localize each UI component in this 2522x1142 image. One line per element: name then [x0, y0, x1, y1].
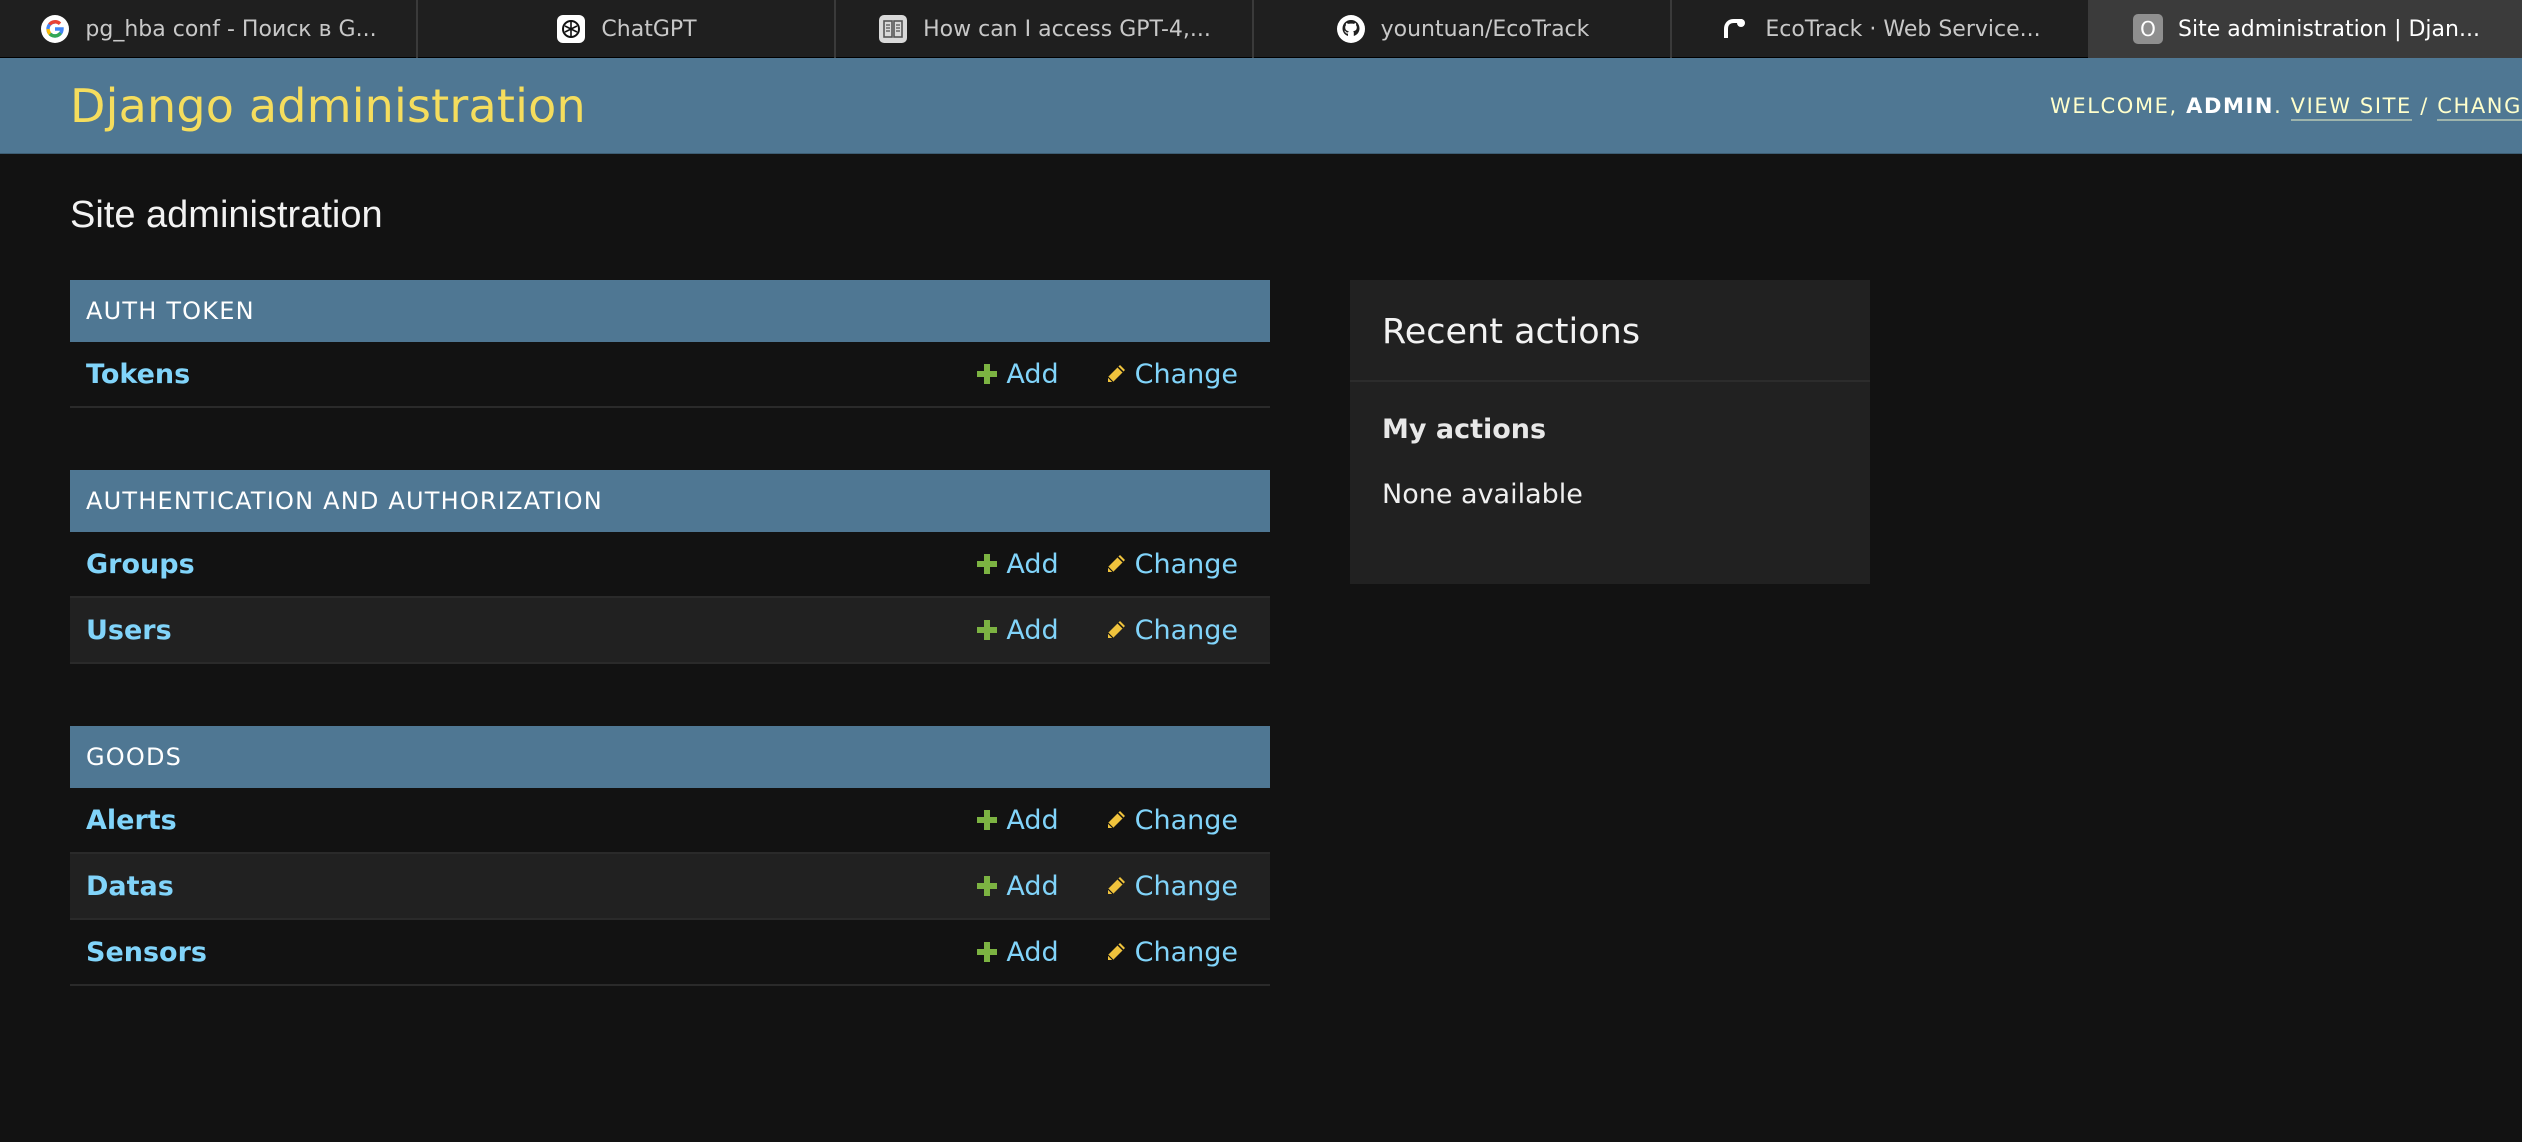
add-label: Add	[1006, 548, 1059, 580]
add-label: Add	[1006, 358, 1059, 390]
github-icon	[1335, 13, 1367, 45]
change-password-link[interactable]: Chang	[2437, 93, 2522, 121]
browser-tab-strip: pg_hba conf - Поиск в G... ChatGPT How c…	[0, 0, 2522, 58]
username: admin	[2186, 93, 2275, 118]
separator: /	[2420, 93, 2429, 118]
model-link-datas[interactable]: Datas	[86, 871, 930, 902]
plus-icon	[976, 553, 998, 575]
browser-tab-chatgpt[interactable]: ChatGPT	[418, 0, 836, 58]
add-label: Add	[1006, 804, 1059, 836]
change-label: Change	[1134, 548, 1238, 580]
model-row: Tokens Add Change	[70, 342, 1270, 408]
change-link[interactable]: Change	[1105, 805, 1238, 836]
module-goods: Goods Alerts Add Change Datas Add Change	[70, 726, 1270, 986]
google-icon	[39, 13, 71, 45]
change-label: Change	[1134, 358, 1238, 390]
browser-tab-django-admin[interactable]: O Site administration | Djan...	[2090, 0, 2522, 58]
add-label: Add	[1006, 870, 1059, 902]
tab-label: ChatGPT	[601, 16, 697, 42]
change-label: Change	[1134, 614, 1238, 646]
render-icon	[1719, 13, 1751, 45]
browser-tab-render[interactable]: EcoTrack · Web Service...	[1672, 0, 2090, 58]
model-link-tokens[interactable]: Tokens	[86, 359, 930, 390]
change-label: Change	[1134, 804, 1238, 836]
chatgpt-icon	[555, 13, 587, 45]
change-link[interactable]: Change	[1105, 549, 1238, 580]
plus-icon	[976, 875, 998, 897]
user-tools: Welcome, admin. View site / Chang	[2050, 93, 2522, 121]
plus-icon	[976, 619, 998, 641]
module-auth-token: Auth Token Tokens Add Change	[70, 280, 1270, 408]
change-link[interactable]: Change	[1105, 359, 1238, 390]
browser-tab-github[interactable]: yountuan/EcoTrack	[1254, 0, 1672, 58]
model-row: Users Add Change	[70, 598, 1270, 664]
add-label: Add	[1006, 614, 1059, 646]
change-label: Change	[1134, 936, 1238, 968]
pencil-icon	[1105, 619, 1127, 641]
reader-icon	[877, 13, 909, 45]
model-row: Alerts Add Change	[70, 788, 1270, 854]
plus-icon	[976, 809, 998, 831]
add-link[interactable]: Add	[976, 870, 1059, 902]
change-label: Change	[1134, 870, 1238, 902]
model-link-sensors[interactable]: Sensors	[86, 937, 930, 968]
plus-icon	[976, 363, 998, 385]
change-link[interactable]: Change	[1105, 937, 1238, 968]
add-link[interactable]: Add	[976, 804, 1059, 836]
period: .	[2274, 93, 2283, 118]
module-caption[interactable]: Auth Token	[70, 280, 1270, 342]
no-actions-text: None available	[1382, 479, 1583, 510]
tab-label: pg_hba conf - Поиск в G...	[85, 16, 377, 42]
recent-actions-panel: Recent actions My actions None available	[1350, 280, 1870, 584]
add-label: Add	[1006, 936, 1059, 968]
recent-actions-title: Recent actions	[1350, 280, 1870, 382]
pencil-icon	[1105, 363, 1127, 385]
site-branding[interactable]: Django administration	[70, 79, 586, 133]
tab-label: yountuan/EcoTrack	[1380, 16, 1590, 42]
tab-label: Site administration | Djan...	[2178, 16, 2480, 42]
pencil-icon	[1105, 809, 1127, 831]
page-title: Site administration	[70, 194, 383, 236]
model-row: Datas Add Change	[70, 854, 1270, 920]
module-authentication-and-authorization: Authentication and Authorization Groups …	[70, 470, 1270, 664]
app-list: Auth Token Tokens Add Change Authenticat…	[70, 280, 1270, 1048]
plus-icon	[976, 941, 998, 963]
pencil-icon	[1105, 553, 1127, 575]
model-link-groups[interactable]: Groups	[86, 549, 930, 580]
browser-tab-google[interactable]: pg_hba conf - Поиск в G...	[0, 0, 418, 58]
change-link[interactable]: Change	[1105, 871, 1238, 902]
tab-label: How can I access GPT-4,...	[923, 16, 1211, 42]
model-row: Sensors Add Change	[70, 920, 1270, 986]
view-site-link[interactable]: View site	[2290, 93, 2412, 121]
model-link-users[interactable]: Users	[86, 615, 930, 646]
my-actions-heading: My actions	[1382, 414, 1547, 445]
tab-label: EcoTrack · Web Service...	[1765, 16, 2041, 42]
model-link-alerts[interactable]: Alerts	[86, 805, 930, 836]
change-link[interactable]: Change	[1105, 615, 1238, 646]
add-link[interactable]: Add	[976, 614, 1059, 646]
admin-header: Django administration Welcome, admin. Vi…	[0, 58, 2522, 154]
add-link[interactable]: Add	[976, 936, 1059, 968]
module-caption[interactable]: Goods	[70, 726, 1270, 788]
pencil-icon	[1105, 875, 1127, 897]
browser-tab-gpt4[interactable]: How can I access GPT-4,...	[836, 0, 1254, 58]
content: Site administration	[0, 154, 2522, 237]
o-letter-icon: O	[2132, 13, 2164, 45]
module-caption[interactable]: Authentication and Authorization	[70, 470, 1270, 532]
model-row: Groups Add Change	[70, 532, 1270, 598]
add-link[interactable]: Add	[976, 358, 1059, 390]
svg-text:O: O	[2140, 17, 2156, 41]
add-link[interactable]: Add	[976, 548, 1059, 580]
pencil-icon	[1105, 941, 1127, 963]
welcome-text: Welcome,	[2050, 93, 2178, 118]
